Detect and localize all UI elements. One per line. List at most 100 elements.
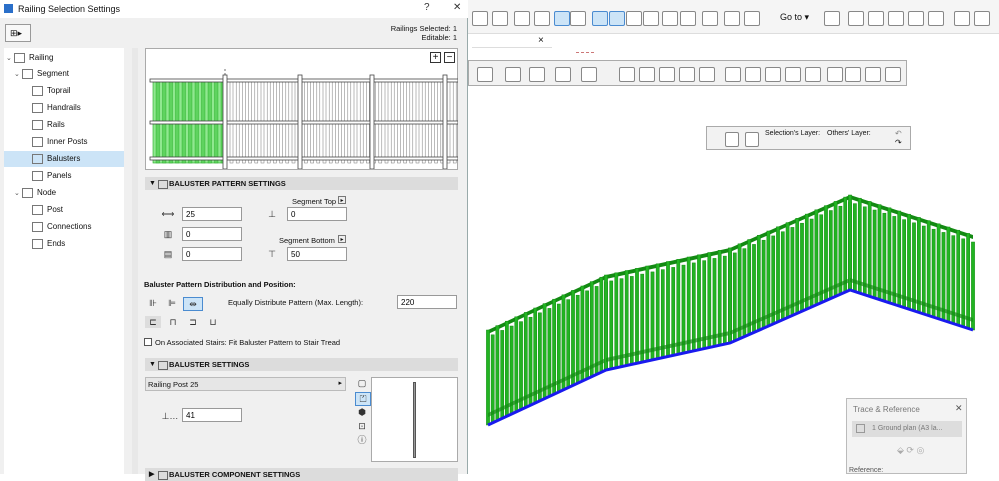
plain-icon[interactable]: ▢ bbox=[355, 377, 369, 389]
tab-close-icon[interactable]: × bbox=[538, 35, 544, 46]
baluster-size-field[interactable] bbox=[182, 408, 242, 422]
max-length-field[interactable] bbox=[397, 295, 457, 309]
tree-item-handrails[interactable]: Handrails bbox=[4, 100, 124, 116]
mirror-icon[interactable] bbox=[529, 67, 545, 82]
tree-item-post[interactable]: Post bbox=[4, 202, 124, 218]
align-left-icon[interactable] bbox=[745, 67, 761, 82]
interior-icon[interactable] bbox=[868, 11, 884, 26]
expand-icon[interactable]: ▶ bbox=[149, 468, 154, 481]
3d-view-icon[interactable]: ⬢ bbox=[355, 406, 369, 418]
view-tab[interactable]: × bbox=[472, 34, 552, 48]
roof-tool-icon[interactable] bbox=[626, 11, 642, 26]
undo-icon[interactable]: ↶ bbox=[895, 129, 902, 138]
offset-field[interactable] bbox=[182, 207, 242, 221]
stairs-checkbox[interactable] bbox=[144, 338, 152, 346]
object-tool-icon[interactable] bbox=[680, 11, 696, 26]
tree-item-railing[interactable]: ⌄ Railing bbox=[4, 50, 124, 66]
info-icon[interactable]: ⓘ bbox=[355, 434, 369, 446]
zoom-in-icon[interactable]: + bbox=[430, 52, 441, 63]
section-view-icon[interactable]: ⊡ bbox=[355, 420, 369, 432]
tree-item-toprail[interactable]: Toprail bbox=[4, 83, 124, 99]
segment-bottom-field[interactable] bbox=[287, 247, 347, 261]
tree-item-connections[interactable]: Connections bbox=[4, 219, 124, 235]
pattern-section-header[interactable]: ▼ BALUSTER PATTERN SETTINGS bbox=[145, 177, 458, 190]
segment-top-field[interactable] bbox=[287, 207, 347, 221]
expand-icon[interactable]: ⌄ bbox=[14, 186, 22, 202]
tree-item-node[interactable]: ⌄ Node bbox=[4, 185, 124, 201]
section-icon[interactable] bbox=[824, 11, 840, 26]
arrow-tool-icon[interactable] bbox=[472, 11, 488, 26]
align-icon[interactable] bbox=[581, 67, 597, 82]
goto-button[interactable]: Go to ▾ bbox=[780, 12, 809, 23]
tree-item-inner-posts[interactable]: Inner Posts bbox=[4, 134, 124, 150]
position-end-icon[interactable]: ⊐ bbox=[185, 316, 201, 328]
door-tool-icon[interactable] bbox=[534, 11, 550, 26]
redo-icon[interactable]: ↷ bbox=[895, 138, 902, 147]
align-right-icon[interactable] bbox=[785, 67, 801, 82]
help-button[interactable]: ? bbox=[424, 2, 430, 13]
intersect-icon[interactable] bbox=[659, 67, 675, 82]
table-icon[interactable] bbox=[845, 67, 861, 82]
pick-up-icon[interactable] bbox=[725, 132, 739, 147]
group-icon[interactable] bbox=[827, 67, 843, 82]
segment-top-arrow-icon[interactable]: ▸ bbox=[338, 196, 346, 204]
worksheet-icon[interactable] bbox=[888, 11, 904, 26]
column-tool-icon[interactable] bbox=[570, 11, 586, 26]
person-icon[interactable] bbox=[885, 67, 901, 82]
morph-tool-icon[interactable] bbox=[662, 11, 678, 26]
document-icon[interactable] bbox=[928, 11, 944, 26]
equally-distribute-icon[interactable]: ⇹ bbox=[183, 297, 203, 311]
zone-tool-icon[interactable] bbox=[724, 11, 740, 26]
drag-icon[interactable] bbox=[477, 67, 493, 82]
tree-item-panels[interactable]: Panels bbox=[4, 168, 124, 184]
reference-dropdown[interactable]: 1 Ground plan (A3 la... bbox=[852, 421, 962, 437]
figure-icon[interactable] bbox=[865, 67, 881, 82]
tree-item-balusters[interactable]: Balusters bbox=[4, 151, 124, 167]
close-button[interactable]: ✕ bbox=[453, 2, 461, 13]
adjust-icon[interactable] bbox=[639, 67, 655, 82]
split-icon[interactable] bbox=[619, 67, 635, 82]
segment-bottom-arrow-icon[interactable]: ▸ bbox=[338, 235, 346, 243]
marquee-tool-icon[interactable] bbox=[492, 11, 508, 26]
component-section-header[interactable]: ▶ BALUSTER COMPONENT SETTINGS bbox=[145, 468, 458, 481]
mesh-tool-icon[interactable] bbox=[744, 11, 760, 26]
shell-tool-icon[interactable] bbox=[643, 11, 659, 26]
zoom-out-icon[interactable]: − bbox=[444, 52, 455, 63]
trace-close-icon[interactable]: ✕ bbox=[955, 403, 963, 414]
position-start-icon[interactable]: ⊏ bbox=[145, 316, 161, 328]
spacing-field[interactable] bbox=[182, 227, 242, 241]
inject-icon[interactable] bbox=[745, 132, 759, 147]
offset-icon[interactable] bbox=[699, 67, 715, 82]
profile-select[interactable]: Railing Post 25 ▸ bbox=[145, 377, 346, 391]
elevation-icon[interactable] bbox=[848, 11, 864, 26]
expand-icon[interactable]: ⌄ bbox=[14, 67, 22, 83]
lamp-tool-icon[interactable] bbox=[702, 11, 718, 26]
rotate-icon[interactable] bbox=[505, 67, 521, 82]
distribute-mode-icon[interactable]: ⊫ bbox=[164, 297, 180, 309]
align-center-icon[interactable] bbox=[765, 67, 781, 82]
wall-tool-icon[interactable] bbox=[514, 11, 530, 26]
profile-icon[interactable]: ⏍ bbox=[355, 392, 371, 406]
expand-icon[interactable]: ⌄ bbox=[6, 51, 14, 67]
elevate-icon[interactable] bbox=[555, 67, 571, 82]
railing-tool-icon[interactable] bbox=[609, 11, 625, 26]
stair-tool-icon[interactable] bbox=[592, 11, 608, 26]
star-tool-icon[interactable] bbox=[554, 11, 570, 26]
reference-checkbox[interactable] bbox=[856, 424, 865, 433]
position-center-icon[interactable]: ⊓ bbox=[165, 316, 181, 328]
count-field[interactable] bbox=[182, 247, 242, 261]
tree-item-segment[interactable]: ⌄ Segment bbox=[4, 66, 124, 82]
layout-icon[interactable] bbox=[954, 11, 970, 26]
distribute-icon[interactable] bbox=[725, 67, 741, 82]
collapse-icon[interactable]: ▼ bbox=[149, 177, 156, 190]
tree-item-ends[interactable]: Ends bbox=[4, 236, 124, 252]
align-top-icon[interactable] bbox=[805, 67, 821, 82]
publish-icon[interactable] bbox=[974, 11, 990, 26]
tree-item-rails[interactable]: Rails bbox=[4, 117, 124, 133]
favorites-button[interactable]: ⊞▸ bbox=[5, 24, 31, 42]
fillet-icon[interactable] bbox=[679, 67, 695, 82]
detail-icon[interactable] bbox=[908, 11, 924, 26]
position-fit-icon[interactable]: ⊔ bbox=[205, 316, 221, 328]
distribute-fixed-icon[interactable]: ⊪ bbox=[145, 297, 161, 309]
baluster-section-header[interactable]: ▼ BALUSTER SETTINGS bbox=[145, 358, 458, 371]
